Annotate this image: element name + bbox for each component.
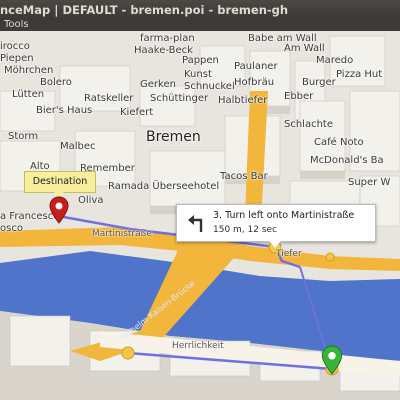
place-label: Pappen (182, 55, 219, 66)
street-label: Tiefer (276, 249, 302, 259)
place-label: McDonald's Ba (310, 155, 384, 166)
place-label: Möhrchen (4, 65, 54, 76)
place-label: Schlachte (284, 119, 333, 130)
route-instruction-bubble[interactable]: 3. Turn left onto Martinistraße 150 m, 1… (176, 204, 376, 248)
place-label: Ratskeller (84, 93, 134, 104)
destination-tooltip: Destination (24, 171, 96, 198)
place-label: Schüttinger (150, 93, 209, 104)
place-label: Maredo (316, 55, 354, 66)
place-label: Am Wall (284, 43, 325, 54)
turn-left-arrow-icon (188, 215, 203, 232)
place-label: Lütten (12, 89, 45, 100)
place-label: Piepen (0, 53, 34, 64)
place-label: irocco (0, 41, 30, 52)
menu-tools[interactable]: Tools (4, 20, 29, 30)
place-label: farma-plan (140, 33, 195, 44)
place-label: Storm (8, 131, 39, 142)
window-title: nceMap | DEFAULT - bremen.poi - bremen-g… (0, 3, 289, 17)
route-instruction-detail: 150 m, 12 sec (213, 225, 278, 235)
place-label: Schnuckel (184, 81, 235, 92)
place-label: Oliva (78, 195, 104, 206)
place-label: Burger (302, 77, 336, 88)
menu-bar: Tools (0, 20, 400, 31)
place-label: osco (0, 223, 23, 234)
place-label: Café Noto (314, 137, 364, 148)
destination-pin-icon[interactable] (49, 196, 69, 224)
place-label: Ramada Überseehotel (108, 181, 220, 192)
street-label: Martinistraße (92, 229, 152, 239)
place-label: Bier's Haus (36, 105, 93, 116)
place-label: Pizza Hut (336, 69, 383, 80)
place-label: Bolero (40, 77, 72, 88)
waypoint-marker (325, 252, 335, 262)
place-label: Ebber (284, 91, 314, 102)
map-view[interactable]: farma-plan Babe am Wall irocco Haake-Bec… (0, 31, 400, 400)
place-label: Tacos Bar (220, 171, 268, 182)
place-label: Halbtiefer (218, 95, 268, 106)
destination-tooltip-text: Destination (32, 176, 88, 187)
city-label: Bremen (146, 129, 201, 145)
street-label: Herrlichkeit (172, 341, 224, 351)
place-label: Paulaner (234, 61, 278, 72)
place-label: Kiefert (120, 107, 154, 118)
window-titlebar: nceMap | DEFAULT - bremen.poi - bremen-g… (0, 0, 400, 20)
route-instruction-text: 3. Turn left onto Martinistraße (213, 210, 355, 221)
waypoint-marker (121, 346, 135, 360)
place-label: Hofbräu (234, 77, 275, 88)
place-label: Kunst (184, 69, 212, 80)
place-label: Malbec (60, 141, 96, 152)
place-label: Gerken (140, 79, 176, 90)
place-label: Super W (348, 177, 391, 188)
start-pin-icon[interactable] (321, 345, 343, 375)
